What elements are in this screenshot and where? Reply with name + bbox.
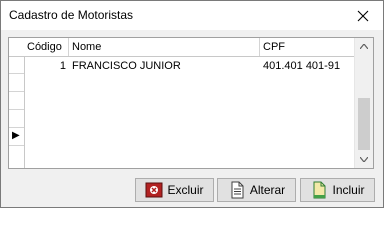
indicator-cell[interactable]	[9, 74, 24, 92]
grid-header: Código Nome CPF	[9, 38, 354, 57]
alterar-button[interactable]: Alterar	[217, 178, 296, 202]
incluir-label: Incluir	[332, 183, 365, 197]
scroll-up-button[interactable]	[355, 38, 373, 55]
cell-codigo[interactable]: 1	[24, 57, 69, 75]
alterar-label: Alterar	[249, 183, 286, 197]
excluir-label: Excluir	[167, 183, 204, 197]
column-header-codigo[interactable]: Código	[24, 38, 69, 56]
drivers-grid[interactable]: ▶ Código Nome CPF 1 FRANCISCO JUNIOR 401…	[8, 37, 374, 169]
scroll-down-button[interactable]	[355, 151, 373, 168]
close-button[interactable]	[343, 1, 383, 30]
document-edit-icon	[231, 181, 244, 199]
delete-icon	[145, 182, 163, 198]
window-title: Cadastro de Motoristas	[9, 8, 134, 22]
dialog-window: Cadastro de Motoristas ▶ Código Nome CPF…	[0, 0, 384, 208]
column-header-cpf[interactable]: CPF	[260, 38, 354, 56]
indicator-cell[interactable]	[9, 92, 24, 110]
cell-nome[interactable]: FRANCISCO JUNIOR	[69, 57, 260, 75]
excluir-button[interactable]: Excluir	[135, 178, 214, 202]
indicator-cell-current[interactable]: ▶	[9, 128, 24, 146]
incluir-button[interactable]: Incluir	[300, 178, 375, 202]
title-bar: Cadastro de Motoristas	[1, 1, 383, 30]
close-icon	[357, 10, 369, 21]
cell-cpf[interactable]: 401.401 401-91	[260, 57, 354, 75]
table-row[interactable]: 1 FRANCISCO JUNIOR 401.401 401-91	[24, 57, 354, 75]
column-header-nome[interactable]: Nome	[69, 38, 260, 56]
current-row-marker: ▶	[12, 130, 20, 141]
chevron-down-icon	[360, 157, 368, 162]
indicator-cell[interactable]	[9, 110, 24, 128]
document-new-icon	[313, 181, 326, 199]
chevron-up-icon	[360, 44, 368, 49]
vertical-scrollbar[interactable]	[354, 38, 373, 168]
scroll-thumb[interactable]	[358, 98, 370, 150]
row-indicator-column: ▶	[9, 38, 25, 168]
indicator-cell[interactable]	[9, 56, 24, 74]
